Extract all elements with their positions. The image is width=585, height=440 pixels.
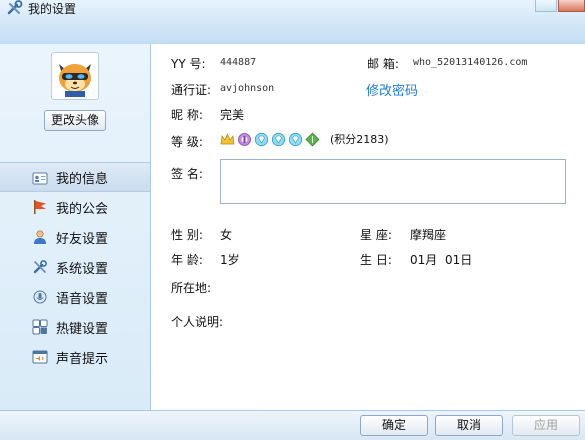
sidebar-nav: 我的信息 我的公会 好友设置 系统设置 语音设置 热键设置 声音提示 — [0, 162, 150, 372]
sidebar-item-label: 好友设置 — [56, 231, 109, 247]
apply-button[interactable]: 应用 — [512, 415, 580, 436]
nickname-label: 昵 称: — [171, 108, 203, 122]
leaf-badge-icon — [305, 132, 320, 146]
moon-badge-icon — [238, 132, 251, 146]
cancel-button[interactable]: 取消 — [435, 415, 503, 436]
raccoon-avatar-icon — [53, 54, 97, 98]
footer-bar: 确定 取消 应用 — [0, 410, 585, 440]
age-value: 1岁 — [220, 253, 240, 267]
birthday-month: 01月 — [410, 253, 438, 267]
passport-label: 通行证: — [171, 83, 212, 97]
profile-panel: YY 号: 444887 邮 箱: who_52013140126.com 通行… — [151, 44, 585, 410]
nickname-value: 完美 — [220, 108, 245, 122]
user-icon — [34, 230, 46, 244]
diamond-icon — [271, 132, 286, 146]
signature-label: 签 名: — [171, 167, 203, 181]
yy-number-label: YY 号: — [171, 57, 206, 71]
birthday-day: 01日 — [445, 253, 473, 267]
passport-value: avjohnson — [220, 83, 275, 94]
keyboard-icon — [32, 319, 48, 335]
email-label: 邮 箱: — [367, 57, 399, 71]
level-badges: (积分2183) — [220, 131, 389, 147]
age-label: 年 龄: — [171, 253, 203, 267]
sidebar-item-label: 声音提示 — [56, 351, 109, 367]
diamond-icon — [254, 132, 269, 146]
change-avatar-button[interactable]: 更改头像 — [44, 110, 106, 131]
bio-label: 个人说明: — [171, 315, 224, 329]
close-button[interactable] — [558, 0, 585, 12]
sidebar-item-label: 我的信息 — [56, 171, 109, 187]
sidebar-item-hotkey-settings[interactable]: 热键设置 — [0, 312, 150, 342]
diamond-icon — [288, 132, 303, 146]
sidebar-item-voice-settings[interactable]: 语音设置 — [0, 282, 150, 312]
zodiac-label: 星 座: — [360, 228, 392, 242]
yy-number-value: 444887 — [220, 57, 257, 68]
sidebar-item-my-guild[interactable]: 我的公会 — [0, 192, 150, 222]
sidebar-item-label: 语音设置 — [56, 291, 109, 307]
change-password-link[interactable]: 修改密码 — [366, 80, 418, 99]
gender-value: 女 — [220, 228, 233, 242]
settings-window: 我的设置 更改头像 我的信息 我的公会 好友设置 系统设置 语音设置 热键设置 … — [0, 0, 585, 440]
signature-input[interactable] — [220, 159, 566, 204]
level-label: 等 级: — [171, 135, 203, 149]
sidebar-item-system-settings[interactable]: 系统设置 — [0, 252, 150, 282]
sidebar-item-label: 系统设置 — [56, 261, 109, 277]
sidebar-item-label: 我的公会 — [56, 201, 109, 217]
sidebar-item-sound-alerts[interactable]: 声音提示 — [0, 342, 150, 372]
points-text: (积分2183) — [330, 133, 389, 146]
zodiac-value: 摩羯座 — [410, 228, 447, 242]
avatar[interactable] — [51, 52, 99, 100]
sidebar-item-label: 热键设置 — [56, 321, 109, 337]
minimize-button[interactable] — [535, 0, 557, 12]
crown-icon — [220, 132, 235, 144]
flag-icon — [34, 200, 46, 214]
gender-label: 性 别: — [171, 228, 203, 242]
birthday-label: 生 日: — [360, 253, 392, 267]
id-card-icon — [32, 172, 48, 185]
sidebar-item-my-info[interactable]: 我的信息 — [0, 162, 150, 192]
email-value: who_52013140126.com — [413, 57, 528, 68]
location-label: 所在地: — [171, 281, 212, 295]
tools-icon — [33, 260, 47, 274]
ok-button[interactable]: 确定 — [360, 415, 428, 436]
sidebar-item-friend-settings[interactable]: 好友设置 — [0, 222, 150, 252]
sound-icon — [32, 350, 48, 364]
voice-icon — [33, 290, 47, 304]
